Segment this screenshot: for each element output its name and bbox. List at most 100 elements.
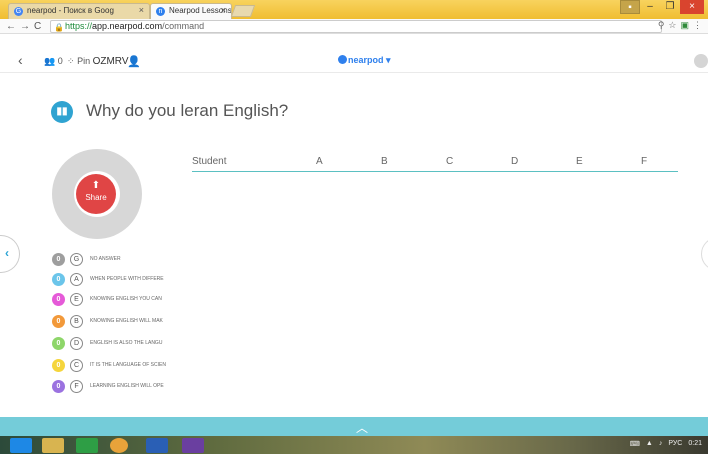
minimize-button[interactable]: – <box>640 0 660 14</box>
share-label: Share <box>85 193 107 202</box>
answer-letter: D <box>70 337 83 350</box>
answer-letter: F <box>70 380 83 393</box>
answer-text: KNOWING ENGLISH WILL MAK <box>90 318 163 324</box>
language-indicator[interactable]: РУС <box>668 440 682 448</box>
app-icon[interactable] <box>182 438 204 453</box>
legend-item: 0 B KNOWING ENGLISH WILL MAK <box>52 315 182 329</box>
maximize-button[interactable]: ❐ <box>660 0 680 14</box>
legend-item: 0 F LEARNING ENGLISH WILL OPE <box>52 380 182 394</box>
answer-text: LEARNING ENGLISH WILL OPE <box>90 383 164 389</box>
column-header-a: A <box>316 156 323 167</box>
clock[interactable]: 0:21 <box>688 440 702 448</box>
close-tab-icon[interactable]: × <box>221 5 226 15</box>
answer-text: NO ANSWER <box>90 256 121 262</box>
legend-item: 0 D ENGLISH IS ALSO THE LANGU <box>52 337 182 351</box>
tab-google-search[interactable]: G nearpod - Поиск в Goog × <box>8 3 150 19</box>
nearpod-icon: n <box>156 7 165 16</box>
back-icon[interactable]: ← <box>6 19 16 34</box>
chevron-left-icon: ‹ <box>5 246 9 260</box>
system-tray: ⌨ ▲ ♪ РУС 0:21 <box>630 440 702 448</box>
person-icon[interactable]: 👤 <box>127 55 141 68</box>
address-bar[interactable]: 🔒 https://app.nearpod.com/command <box>50 20 662 33</box>
column-header-student: Student <box>192 156 227 167</box>
google-icon: G <box>14 7 23 16</box>
pin-label: Pin <box>77 56 91 66</box>
toolbar-icons: ⚲ ☆ ▣ ⋮ <box>658 20 702 31</box>
forward-icon[interactable]: → <box>20 19 30 34</box>
avatar[interactable] <box>694 54 708 68</box>
extension-icon[interactable]: ▣ <box>680 20 689 31</box>
user-icon[interactable]: ▪ <box>620 0 640 14</box>
column-header-e: E <box>576 156 583 167</box>
bookmark-star-icon[interactable]: ☆ <box>668 20 676 31</box>
volume-icon[interactable]: ♪ <box>659 440 663 448</box>
answer-letter: A <box>70 273 83 286</box>
menu-icon[interactable]: ⋮ <box>693 20 702 31</box>
window-controls: ▪ – ❐ × <box>620 0 704 16</box>
column-header-c: C <box>446 156 454 167</box>
network-icon[interactable]: ▲ <box>646 440 653 448</box>
tab-nearpod[interactable]: n Nearpod Lessons: Downl × <box>150 3 232 19</box>
url-path: /command <box>162 21 205 31</box>
share-arrow-icon: ⬆ <box>91 180 101 191</box>
zoom-icon[interactable]: ⚲ <box>658 20 665 31</box>
tab-label: nearpod - Поиск в Goog <box>27 6 114 15</box>
answer-text: ENGLISH IS ALSO THE LANGU <box>90 340 163 346</box>
excel-icon[interactable] <box>76 438 98 453</box>
chevron-up-icon: ︿ <box>356 421 369 435</box>
answer-count: 0 <box>52 273 65 286</box>
windows-taskbar: ⌨ ▲ ♪ РУС 0:21 <box>0 436 708 454</box>
answer-text: WHEN PEOPLE WITH DIFFERE <box>90 276 164 282</box>
legend-item: 0 C IT IS THE LANGUAGE OF SCIEN <box>52 359 182 373</box>
answer-letter: E <box>70 293 83 306</box>
close-window-button[interactable]: × <box>680 0 704 14</box>
navigation-bar: ← → C 🔒 https://app.nearpod.com/command … <box>0 19 708 34</box>
legend-item: 0 E KNOWING ENGLISH YOU CAN <box>52 293 182 307</box>
column-header-b: B <box>381 156 388 167</box>
legend-item: 0 A WHEN PEOPLE WITH DIFFERE <box>52 273 182 287</box>
answer-letter: G <box>70 253 83 266</box>
slide-tray-toggle[interactable]: ︿ <box>0 417 708 436</box>
next-slide-button[interactable] <box>701 237 708 271</box>
students-count: 👥 0 <box>44 56 63 67</box>
browser-chrome: G nearpod - Поиск в Goog × n Nearpod Les… <box>0 0 708 34</box>
tab-strip: G nearpod - Поиск в Goog × n Nearpod Les… <box>0 0 708 19</box>
answer-count: 0 <box>52 337 65 350</box>
answer-letter: C <box>70 359 83 372</box>
nearpod-logo[interactable]: nearpod ▾ <box>338 55 391 66</box>
word-icon[interactable] <box>146 438 168 453</box>
back-chevron-icon[interactable]: ‹ <box>18 52 23 68</box>
share-button[interactable]: ⬆ Share <box>76 174 116 214</box>
share-pin-icon: ⁘ <box>67 56 75 66</box>
pin-display: ⁘ Pin OZMRV <box>67 56 129 67</box>
file-explorer-icon[interactable] <box>42 438 64 453</box>
close-tab-icon[interactable]: × <box>139 5 144 15</box>
chrome-icon[interactable] <box>110 438 128 453</box>
new-tab-button[interactable] <box>230 5 256 17</box>
start-button[interactable] <box>10 438 32 453</box>
url-scheme: https:// <box>65 21 93 31</box>
answer-count: 0 <box>52 315 65 328</box>
reload-icon[interactable]: C <box>34 19 41 34</box>
url-host: app.nearpod.com <box>92 21 163 31</box>
answer-text: KNOWING ENGLISH YOU CAN <box>90 296 162 302</box>
keyboard-icon[interactable]: ⌨ <box>630 440 640 448</box>
column-header-d: D <box>511 156 519 167</box>
answer-letter: B <box>70 315 83 328</box>
pin-code: OZMRV <box>92 56 129 67</box>
answer-text: IT IS THE LANGUAGE OF SCIEN <box>90 362 166 368</box>
answer-count: 0 <box>52 253 65 266</box>
lock-icon: 🔒 <box>54 23 64 32</box>
students-count-value: 0 <box>57 56 63 66</box>
answer-count: 0 <box>52 380 65 393</box>
students-icon: 👥 <box>44 56 56 66</box>
column-header-f: F <box>641 156 648 167</box>
question-title: Why do you leran English? <box>86 101 289 120</box>
answer-count: 0 <box>52 359 65 372</box>
logo-text: nearpod <box>348 55 384 65</box>
legend-item: 0 G NO ANSWER <box>52 253 182 267</box>
previous-slide-button[interactable]: ‹ <box>0 235 20 273</box>
answer-count: 0 <box>52 293 65 306</box>
results-table-header: Student A B C D E F <box>192 151 678 172</box>
bar-chart-icon: ▮▮ <box>51 101 73 123</box>
